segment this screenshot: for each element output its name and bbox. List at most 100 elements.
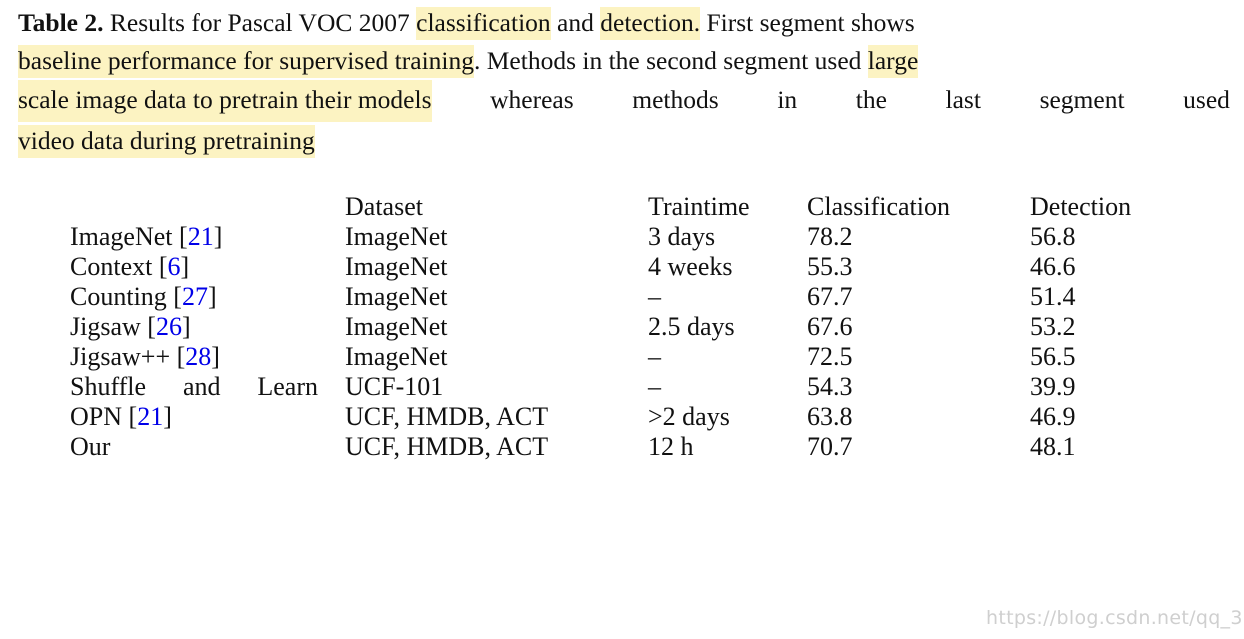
cell-dataset: ImageNet [345,282,448,311]
method-word: Learn [257,372,318,401]
caption-text: in [777,85,798,114]
cell-classification: 67.6 [807,312,853,341]
table-header: Dataset Traintime Classification Detecti… [70,192,1178,222]
table-row: Shuffle and Learn UCF-101 – 54.3 39.9 [70,372,1178,402]
table-row: Counting [27] ImageNet – 67.7 51.4 [70,282,1178,312]
cell-traintime: – [648,372,661,401]
cell-detection: 56.8 [1030,222,1076,251]
cell-detection: 46.6 [1030,252,1076,281]
caption-highlight: baseline performance for supervised trai… [18,45,474,78]
method-label: Context [70,252,153,281]
cell-method: Context [6] [70,252,345,282]
citation-link[interactable]: 21 [137,402,163,431]
method-label: Jigsaw [70,312,141,341]
header-cell-detection: Detection [1030,192,1132,221]
table-row: Jigsaw++ [28] ImageNet –72.5 56.5 [70,342,1178,372]
citation-link[interactable]: 27 [182,282,208,311]
caption-text: . Methods in the second segment used [474,46,868,75]
caption-text: the [855,85,887,114]
csdn-watermark: https://blog.csdn.net/qq_36627158 [986,607,1244,629]
cell-dataset: UCF, HMDB, ACT [345,432,549,461]
citation-link[interactable]: 6 [168,252,181,281]
cell-detection: 56.5 [1030,342,1076,371]
cell-detection: 39.9 [1030,372,1076,401]
citation-bracket: ] [163,402,172,431]
header-cell-classification: Classification [807,192,950,221]
cell-classification: 63.8 [807,402,853,431]
caption-text: Results for Pascal VOC 2007 [109,8,417,37]
cell-classification: 78.2 [807,222,853,251]
cell-method: ImageNet [21] [70,222,345,252]
citation-bracket: [ [176,342,186,371]
header-cell-dataset: Dataset [345,192,423,221]
cell-detection: 51.4 [1030,282,1076,311]
cell-method: Shuffle and Learn [70,372,345,402]
citation-bracket: ] [180,252,190,281]
caption-text: First segment shows [700,8,915,37]
cell-dataset: ImageNet [345,222,448,251]
caption-line: video data during pretraining [18,122,1230,160]
cell-detection: 53.2 [1030,312,1076,341]
cell-classification: 55.3 [807,252,853,281]
caption-line: baseline performance for supervised trai… [18,42,1230,80]
caption-text: and [550,8,601,37]
caption-text: last [945,85,981,114]
method-label: Our [70,432,111,461]
method-label: Counting [70,282,167,311]
citation-bracket: [ [173,282,182,311]
cell-dataset: UCF-101 [345,372,444,401]
cell-traintime: 4 weeks [648,252,733,281]
caption-line: Table 2. Results for Pascal VOC 2007 cla… [18,4,1230,42]
results-table-container: Dataset Traintime Classification Detecti… [70,192,1178,462]
cell-classification: 54.3 [807,372,853,401]
cell-method: OPN [21] [70,402,345,432]
table-caption: Table 2. Results for Pascal VOC 2007 cla… [18,4,1230,160]
caption-highlight: detection. [600,7,701,40]
cell-dataset: ImageNet [345,342,448,371]
cell-traintime: – [648,342,661,371]
cell-method: Jigsaw++ [28] [70,342,345,372]
cell-traintime: 12 h [648,432,694,461]
citation-bracket: [ [128,402,138,431]
table-row: Context [6] ImageNet 4 weeks 55.3 46.6 [70,252,1178,282]
cell-classification: 72.5 [807,342,853,371]
table-row: ImageNet [21] ImageNet 3 days 78.2 56.8 [70,222,1178,252]
citation-bracket: ] [213,222,223,251]
citation-link[interactable]: 26 [156,312,182,341]
citation-bracket: ] [211,342,220,371]
caption-line: scale image data to pretrain their model… [18,80,1230,122]
citation-link[interactable]: 21 [188,222,214,251]
cell-traintime: 3 days [648,222,716,251]
cell-classification: 67.7 [807,282,853,311]
cell-detection: 46.9 [1030,402,1076,431]
cell-traintime: 2.5 days [648,312,735,341]
caption-text: methods [632,85,719,114]
cell-classification: 70.7 [807,432,853,461]
method-word: and [182,372,221,401]
cell-method: Our [70,432,345,462]
method-word: Shuffle [70,372,147,401]
cell-method: Jigsaw [26] [70,312,345,342]
caption-text: segment [1039,85,1125,114]
cell-dataset: UCF, HMDB, ACT [345,402,549,431]
cell-dataset: ImageNet [345,252,448,281]
table-row: Jigsaw [26] ImageNet 2.5 days 67.6 53.2 [70,312,1178,342]
header-cell-method [70,192,345,222]
cell-traintime: – [648,282,661,311]
cell-detection: 48.1 [1030,432,1076,461]
caption-highlight: classification [416,7,551,40]
caption-highlight: large [867,45,919,78]
caption-table-number: Table 2. [18,8,110,37]
cell-dataset: ImageNet [345,312,448,341]
caption-highlight: scale image data to pretrain their model… [18,80,432,122]
citation-link[interactable]: 28 [185,342,211,371]
caption-highlight: video data during pretraining [18,125,315,158]
caption-text: whereas [490,85,574,114]
method-label: Jigsaw++ [70,342,171,371]
table-row: OPN [21] UCF, HMDB, ACT >2 days 63.8 46.9 [70,402,1178,432]
method-label: ImageNet [70,222,173,251]
citation-bracket: [ [158,252,168,281]
cell-method: Counting [27] [70,282,345,312]
header-cell-traintime: Traintime [648,192,750,221]
method-label: Shuffle and Learn [70,372,318,402]
